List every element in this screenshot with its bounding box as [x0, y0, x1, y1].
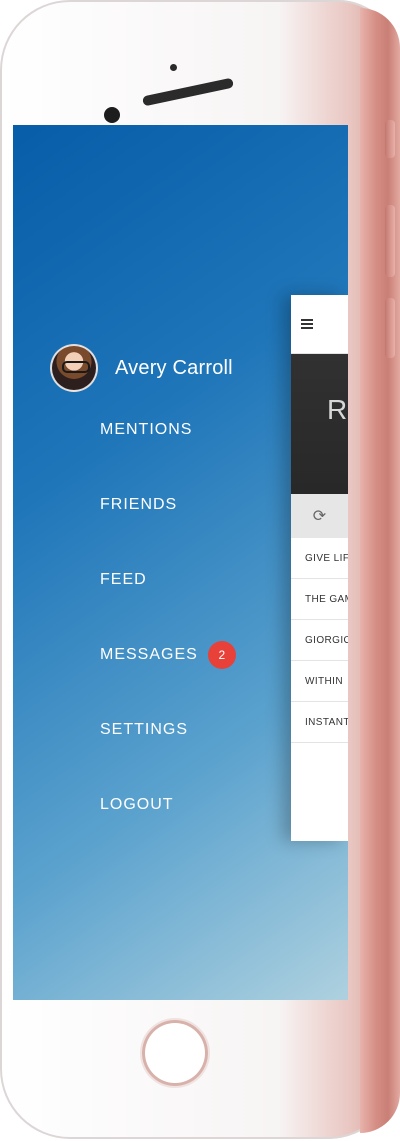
- side-button-upper: [385, 205, 395, 277]
- home-button[interactable]: [142, 1020, 208, 1086]
- song-title: GIVE LIFE: [305, 552, 348, 564]
- profile-header[interactable]: Avery Carroll: [50, 344, 233, 392]
- song-item-within[interactable]: WITHIN: [291, 661, 348, 702]
- app-header: [291, 295, 348, 354]
- menu-item-label: FRIENDS: [100, 496, 178, 513]
- album-hero: Ra: [291, 354, 348, 494]
- song-item-the-game[interactable]: THE GAME: [291, 579, 348, 620]
- song-title: INSTANT C: [305, 716, 348, 728]
- song-item-giorgio[interactable]: GIORGIO: [291, 620, 348, 661]
- menu-item-feed[interactable]: FEED: [100, 565, 236, 595]
- song-title: WITHIN: [305, 675, 343, 687]
- player-toolbar: ⟳: [291, 494, 348, 538]
- menu-item-friends[interactable]: FRIENDS: [100, 490, 236, 520]
- menu-item-label: MESSAGES: [100, 646, 198, 663]
- menu-item-settings[interactable]: SETTINGS: [100, 715, 236, 745]
- song-item-instant[interactable]: INSTANT C: [291, 702, 348, 743]
- user-name: Avery Carroll: [115, 356, 233, 379]
- menu-item-label: SETTINGS: [100, 721, 189, 738]
- song-item-give-life[interactable]: GIVE LIFE: [291, 538, 348, 579]
- phone-screen: Avery Carroll MENTIONS FRIENDS FEED MESS…: [13, 125, 348, 1000]
- menu-item-label: FEED: [100, 571, 147, 588]
- menu-item-label: MENTIONS: [100, 421, 193, 438]
- phone-edge: [360, 8, 400, 1133]
- device-mockup: Avery Carroll MENTIONS FRIENDS FEED MESS…: [0, 0, 400, 1141]
- sensor-dot: [170, 64, 177, 71]
- drawer-menu: MENTIONS FRIENDS FEED MESSAGES 2 SETTING…: [100, 415, 236, 865]
- song-title: GIORGIO: [305, 634, 348, 646]
- menu-item-mentions[interactable]: MENTIONS: [100, 415, 236, 445]
- album-title: Ra: [327, 394, 348, 425]
- song-title: THE GAME: [305, 593, 348, 605]
- main-app-panel[interactable]: Ra ⟳ GIVE LIFE THE GAME GIORGIO WITHIN: [291, 295, 348, 841]
- side-button-lower: [385, 298, 395, 358]
- side-button-top: [385, 120, 395, 158]
- menu-item-logout[interactable]: LOGOUT: [100, 790, 236, 820]
- menu-item-messages[interactable]: MESSAGES 2: [100, 640, 236, 670]
- front-camera: [104, 107, 120, 123]
- unread-count-badge: 2: [207, 641, 236, 669]
- menu-item-label: LOGOUT: [100, 796, 174, 813]
- song-list: GIVE LIFE THE GAME GIORGIO WITHIN INSTAN…: [291, 538, 348, 743]
- hamburger-icon[interactable]: [301, 319, 313, 329]
- repeat-icon[interactable]: ⟳: [313, 506, 326, 526]
- avatar[interactable]: [50, 344, 98, 392]
